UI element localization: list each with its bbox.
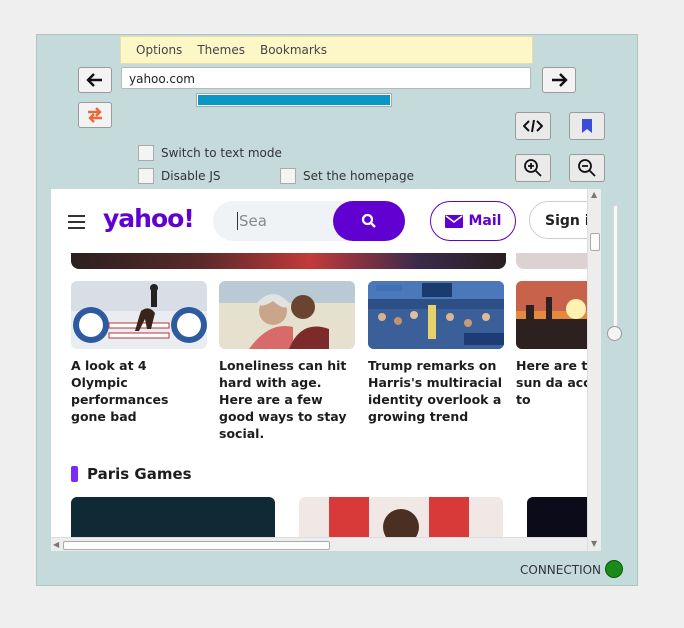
code-icon — [523, 119, 543, 133]
scroll-up-arrow-icon[interactable]: ▲ — [591, 190, 597, 199]
mail-label: Mail — [468, 213, 502, 229]
scroll-left-arrow-icon[interactable]: ◀ — [53, 540, 59, 549]
section-title: Paris Games — [87, 465, 192, 483]
set-homepage-label: Set the homepage — [303, 169, 415, 183]
view-source-button[interactable] — [515, 112, 551, 140]
menu-options[interactable]: Options — [121, 43, 192, 57]
zoom-out-icon — [578, 159, 596, 177]
paris-image-1[interactable] — [71, 497, 275, 537]
paris-image-2[interactable] — [299, 497, 503, 537]
search-button[interactable] — [333, 201, 405, 241]
zoom-in-button[interactable] — [515, 154, 551, 182]
zoom-slider-track[interactable] — [613, 205, 618, 337]
menu-themes[interactable]: Themes — [192, 43, 255, 57]
vertical-scrollbar[interactable]: ▲ ▼ — [587, 189, 601, 551]
search-icon — [361, 213, 376, 228]
checkbox[interactable] — [138, 145, 154, 161]
bookmark-icon — [582, 119, 592, 133]
horizontal-scrollbar[interactable]: ◀ — [51, 537, 587, 551]
news-caption[interactable]: A look at 4 Olympic performances gone ba… — [71, 357, 207, 425]
text-mode-toggle[interactable]: Switch to text mode — [138, 145, 282, 161]
vertical-scroll-thumb[interactable] — [590, 233, 600, 251]
address-bar[interactable]: yahoo.com — [121, 67, 531, 89]
web-viewport[interactable]: yahoo! Sea Mail Sign in A look at 4 Olym… — [51, 189, 601, 551]
connection-label: CONNECTION — [520, 563, 602, 577]
scroll-down-arrow-icon[interactable]: ▼ — [591, 539, 597, 548]
search-box[interactable]: Sea — [213, 201, 405, 241]
news-card[interactable]: A look at 4 Olympic performances gone ba… — [71, 281, 207, 425]
set-homepage-toggle[interactable]: Set the homepage — [280, 168, 414, 184]
section-header: Paris Games — [71, 465, 192, 483]
forward-button[interactable] — [542, 67, 576, 93]
hamburger-menu-icon[interactable] — [68, 215, 85, 233]
zoom-out-button[interactable] — [569, 154, 605, 182]
news-image-rally[interactable] — [368, 281, 504, 349]
news-image-equestrian[interactable] — [71, 281, 207, 349]
news-image-couple[interactable] — [219, 281, 355, 349]
page-load-progress — [196, 93, 392, 107]
browser-app: Options Themes Bookmarks yahoo.com Switc… — [36, 34, 638, 586]
mail-button[interactable]: Mail — [430, 201, 516, 241]
section-accent-bar — [71, 466, 78, 482]
progress-fill — [198, 95, 390, 105]
swap-arrows-icon — [88, 107, 102, 123]
disable-js-label: Disable JS — [161, 169, 221, 183]
news-card[interactable]: Loneliness can hit hard with age. Here a… — [219, 281, 355, 442]
bookmark-button[interactable] — [569, 112, 605, 140]
checkbox[interactable] — [280, 168, 296, 184]
mail-icon — [444, 214, 463, 228]
yahoo-logo[interactable]: yahoo! — [103, 204, 195, 233]
zoom-slider-handle[interactable] — [607, 326, 622, 341]
menu-bookmarks[interactable]: Bookmarks — [255, 43, 337, 57]
zoom-in-icon — [524, 159, 542, 177]
news-caption[interactable]: Trump remarks on Harris's multiracial id… — [368, 357, 504, 425]
search-input[interactable]: Sea — [237, 212, 267, 230]
text-mode-label: Switch to text mode — [161, 146, 282, 160]
horizontal-scroll-thumb[interactable] — [63, 541, 330, 550]
yahoo-header: yahoo! Sea Mail Sign in — [51, 189, 601, 253]
arrow-right-icon — [552, 73, 568, 87]
paris-image-3[interactable] — [527, 497, 587, 537]
back-button[interactable] — [78, 67, 112, 93]
arrow-left-icon — [86, 73, 102, 87]
refresh-button[interactable] — [78, 102, 112, 128]
checkbox[interactable] — [138, 168, 154, 184]
menu-bar: Options Themes Bookmarks — [120, 36, 533, 64]
news-card[interactable]: Trump remarks on Harris's multiracial id… — [368, 281, 504, 425]
hero-image[interactable] — [71, 253, 506, 269]
disable-js-toggle[interactable]: Disable JS — [138, 168, 220, 184]
connection-status-indicator — [605, 560, 623, 578]
news-caption[interactable]: Loneliness can hit hard with age. Here a… — [219, 357, 355, 442]
